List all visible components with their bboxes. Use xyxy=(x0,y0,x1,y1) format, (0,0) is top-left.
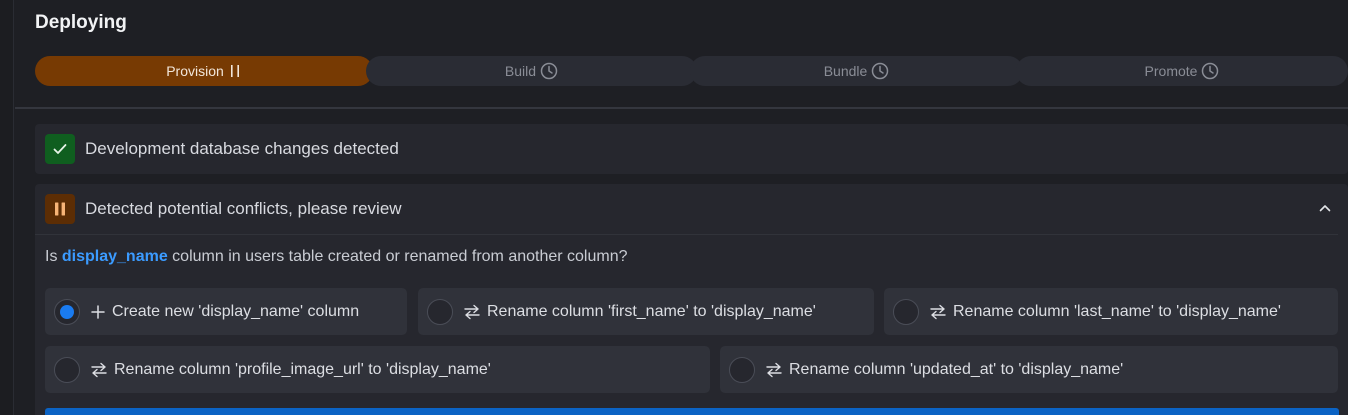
success-card: Development database changes detected xyxy=(35,124,1348,174)
option-rename-first-name[interactable]: Rename column 'first_name' to 'display_n… xyxy=(418,288,874,335)
swap-icon xyxy=(929,304,947,320)
option-create-new[interactable]: Create new 'display_name' column xyxy=(45,288,407,335)
step-promote[interactable]: Promote xyxy=(1016,56,1348,86)
step-bundle[interactable]: Bundle xyxy=(690,56,1023,86)
header-divider xyxy=(15,107,1348,109)
page-title: Deploying xyxy=(35,12,127,33)
radio-selected[interactable] xyxy=(54,298,80,325)
chevron-up-icon[interactable] xyxy=(1318,201,1332,220)
radio-button[interactable] xyxy=(893,298,919,325)
conflict-card-header[interactable]: Detected potential conflicts, please rev… xyxy=(35,184,1348,234)
swap-icon xyxy=(765,362,783,378)
option-label: Rename column 'updated_at' to 'display_n… xyxy=(789,360,1124,378)
left-rail xyxy=(0,0,14,415)
check-icon xyxy=(45,134,75,164)
option-rename-last-name[interactable]: Rename column 'last_name' to 'display_na… xyxy=(884,288,1338,335)
option-rename-profile-image-url[interactable]: Rename column 'profile_image_url' to 'di… xyxy=(45,346,710,393)
question-suffix: column in users table created or renamed… xyxy=(167,248,628,265)
radio-button[interactable] xyxy=(427,298,453,325)
option-label: Rename column 'profile_image_url' to 'di… xyxy=(114,360,491,378)
deploy-stepper: Provision Build Bundle Promote xyxy=(35,56,1348,86)
option-label: Create new 'display_name' column xyxy=(112,302,360,320)
clock-icon xyxy=(1201,62,1219,80)
step-label: Bundle xyxy=(823,63,868,79)
success-title: Development database changes detected xyxy=(85,139,399,158)
clock-icon xyxy=(871,62,889,80)
step-build[interactable]: Build xyxy=(366,56,697,86)
step-label: Build xyxy=(504,63,537,79)
step-label: Provision xyxy=(166,63,224,79)
swap-icon xyxy=(463,304,481,320)
deploy-header: Deploying Provision Build Bundle Promote xyxy=(15,0,1348,108)
primary-action-button[interactable] xyxy=(45,408,1339,415)
radio-button[interactable] xyxy=(54,356,80,383)
divider xyxy=(35,234,1338,235)
swap-icon xyxy=(90,362,108,378)
clock-icon xyxy=(540,62,558,80)
plus-icon xyxy=(90,304,106,320)
step-provision[interactable]: Provision xyxy=(35,56,373,86)
pause-icon xyxy=(228,64,242,78)
question-prefix: Is xyxy=(45,248,62,265)
option-rename-updated-at[interactable]: Rename column 'updated_at' to 'display_n… xyxy=(720,346,1338,393)
option-label: Rename column 'last_name' to 'display_na… xyxy=(953,302,1281,320)
pause-icon xyxy=(45,194,75,224)
conflict-card: Detected potential conflicts, please rev… xyxy=(35,184,1348,415)
option-label: Rename column 'first_name' to 'display_n… xyxy=(487,302,816,320)
conflict-title: Detected potential conflicts, please rev… xyxy=(85,199,402,218)
step-label: Promote xyxy=(1144,63,1198,79)
radio-button[interactable] xyxy=(729,356,755,383)
conflict-question: Is display_name column in users table cr… xyxy=(45,248,628,266)
question-column-name: display_name xyxy=(61,248,168,265)
